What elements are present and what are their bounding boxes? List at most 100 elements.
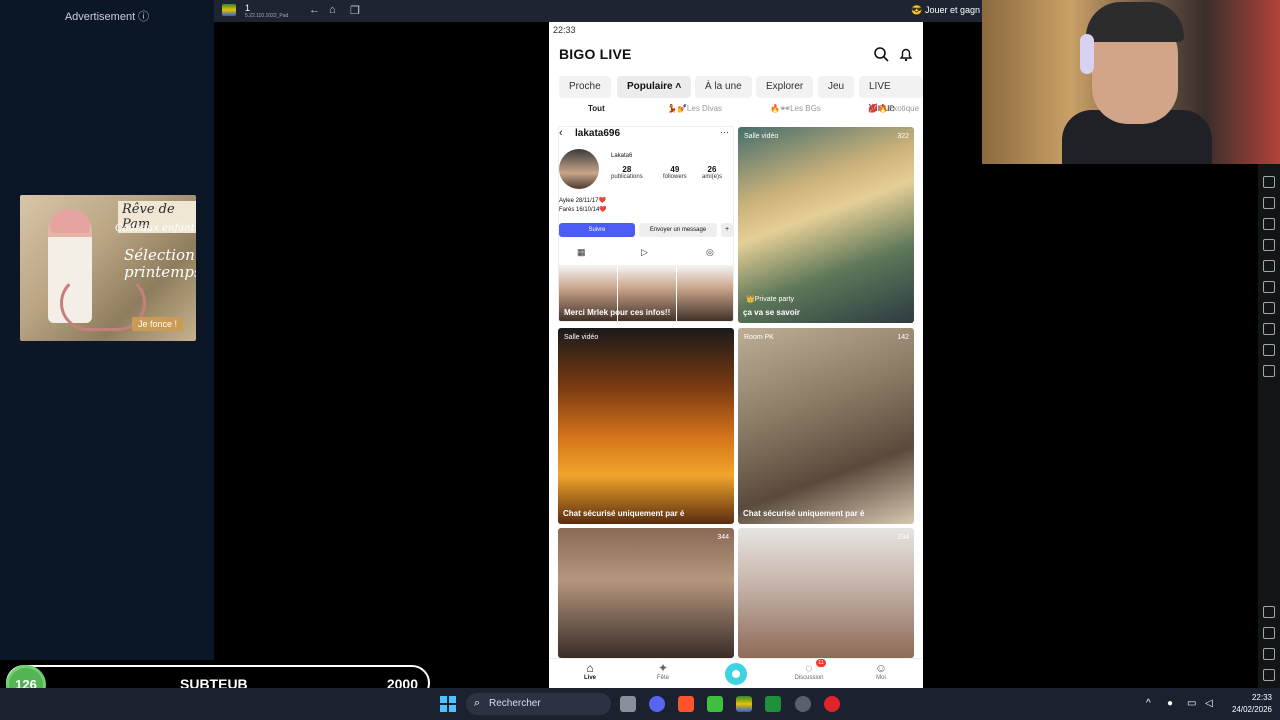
microphone-icon[interactable]: ● bbox=[1167, 698, 1173, 709]
discord-icon[interactable] bbox=[649, 696, 665, 712]
party-icon: ✦ bbox=[657, 661, 669, 675]
tab-proche[interactable]: Proche bbox=[559, 76, 611, 98]
stream-caption: Chat sécurisé uniquement par é bbox=[563, 509, 685, 518]
ad-subtitle: Cadeaux enfant bbox=[115, 223, 195, 234]
go-live-button[interactable] bbox=[725, 663, 747, 685]
stream-card[interactable]: 344 bbox=[558, 528, 734, 658]
back-arrow-icon[interactable]: ← bbox=[309, 4, 320, 16]
windows-start-icon[interactable] bbox=[440, 696, 456, 712]
file-explorer-icon[interactable] bbox=[620, 696, 636, 712]
recents-icon[interactable] bbox=[1263, 669, 1275, 681]
clock[interactable]: 22:33 24/02/2026 bbox=[1232, 692, 1272, 716]
search-icon: ⌕ bbox=[474, 697, 481, 709]
tab-explorer[interactable]: Explorer bbox=[756, 76, 814, 98]
stream-caption: Chat sécurisé uniquement par é bbox=[743, 509, 865, 518]
toolbar-icon[interactable] bbox=[1263, 281, 1275, 293]
nav-fete[interactable]: ✦ Fête bbox=[643, 661, 683, 681]
ad-helmet bbox=[50, 209, 90, 233]
viewer-count: 142 bbox=[897, 334, 909, 341]
subcategory-tabs: Tout 💃💅Les Divas 🔥🕶Les BGs 💋🔥Exotique bbox=[549, 102, 923, 116]
clock-time: 22:33 bbox=[1251, 693, 1272, 702]
room-type-badge: Salle vidéo bbox=[744, 133, 779, 140]
stream-card[interactable]: Salle vidéo 322 👑Private party ça va se … bbox=[738, 127, 914, 323]
advertisement-label: Advertisement ⓘ bbox=[64, 11, 150, 23]
toolbar-icon[interactable] bbox=[1263, 239, 1275, 251]
toolbar-icon[interactable] bbox=[1263, 260, 1275, 272]
stream-card[interactable]: 234 bbox=[738, 528, 914, 658]
app-icon[interactable] bbox=[707, 696, 723, 712]
viewer-count: 234 bbox=[897, 534, 909, 541]
emulator-sidebar bbox=[1258, 164, 1280, 688]
toolbar-icon[interactable] bbox=[1263, 323, 1275, 335]
back-icon[interactable] bbox=[1263, 627, 1275, 639]
subtab-les-bgs[interactable]: 🔥🕶Les BGs bbox=[770, 104, 821, 113]
category-tabs: Proche Populaire ˄ À la une Explorer Jeu… bbox=[549, 76, 923, 114]
brave-icon[interactable] bbox=[678, 696, 694, 712]
ad-banner[interactable]: Rêve de Pam Cadeaux enfant Sélection pri… bbox=[20, 195, 196, 341]
profile-bio-line: Farès 16/10/14❤️ bbox=[559, 207, 607, 213]
ad-headline: Sélection printemps bbox=[124, 246, 196, 281]
toolbar-icon[interactable] bbox=[1263, 176, 1275, 188]
add-friend-icon: + bbox=[721, 223, 733, 237]
search-icon[interactable] bbox=[873, 46, 889, 62]
profile-username: lakata696 bbox=[575, 128, 621, 139]
network-icon[interactable]: ▭ bbox=[1187, 698, 1196, 709]
bell-icon[interactable] bbox=[898, 46, 914, 62]
bluestacks-icon[interactable] bbox=[736, 696, 752, 712]
search-placeholder: Rechercher bbox=[489, 698, 541, 709]
chevron-up-icon[interactable]: ^ bbox=[1146, 698, 1151, 709]
stat-followers: 49 followers bbox=[663, 165, 687, 180]
stream-card[interactable]: ‹ lakata696 ··· Lakata6 28 publications 4… bbox=[558, 126, 734, 322]
subtab-tout[interactable]: Tout bbox=[588, 104, 605, 113]
tab-populaire[interactable]: Populaire ˄ bbox=[617, 76, 692, 98]
bigo-live-logo: BIGO LIVE bbox=[559, 46, 632, 62]
more-icon: ··· bbox=[720, 127, 729, 137]
live-house-icon: ⌂ bbox=[586, 661, 594, 675]
home-icon[interactable]: ⌂ bbox=[329, 4, 336, 16]
stream-caption: Merci Mrlek pour ces infos!! bbox=[564, 308, 671, 317]
stream-card[interactable]: Salle vidéo Chat sécurisé uniquement par… bbox=[558, 328, 734, 524]
settings-icon[interactable] bbox=[1263, 606, 1275, 618]
media-icon[interactable] bbox=[765, 696, 781, 712]
ad-cta-button[interactable]: Je fonce ! bbox=[132, 317, 184, 331]
bottom-navigation: ⌂ Live ✦ Fête ◌ Discussion 11 ☺ Moi bbox=[549, 658, 923, 688]
obs-icon[interactable] bbox=[795, 696, 811, 712]
toolbar-icon[interactable] bbox=[1263, 218, 1275, 230]
taskbar-search[interactable]: ⌕ Rechercher bbox=[466, 693, 611, 715]
viewer-count: 322 bbox=[897, 133, 909, 140]
send-message-button: Envoyer un message bbox=[639, 223, 717, 237]
taskbar: ⌕ Rechercher ^ ● ▭ ◁ 22:33 24/02/2026 bbox=[0, 688, 1280, 720]
phone-screen: 22:33 BIGO LIVE Proche Populaire ˄ À la … bbox=[549, 22, 923, 688]
headphones bbox=[1080, 34, 1094, 74]
follow-button: Suivre bbox=[559, 223, 635, 237]
stat-friends: 26 ami(e)s bbox=[702, 165, 723, 180]
webcam-overlay bbox=[982, 0, 1280, 164]
subtab-exotique[interactable]: 💋🔥Exotique bbox=[868, 104, 919, 113]
window-subtitle: 5.22.110.1022_Pad bbox=[245, 13, 289, 19]
avatar bbox=[559, 149, 599, 189]
volume-icon[interactable]: ◁ bbox=[1205, 698, 1213, 709]
stream-card[interactable]: Room PK 142 Chat sécurisé uniquement par… bbox=[738, 328, 914, 524]
nav-live[interactable]: ⌂ Live bbox=[570, 661, 610, 681]
home-icon[interactable] bbox=[1263, 648, 1275, 660]
tab-live-virtuel[interactable]: LIVE Virtue bbox=[859, 76, 923, 114]
stream-caption: ça va se savoir bbox=[743, 308, 800, 317]
youtube-icon[interactable] bbox=[824, 696, 840, 712]
status-bar-time: 22:33 bbox=[553, 25, 576, 35]
emulator-titlebar: 1 5.22.110.1022_Pad ← ⌂ ❐ 😎 Jouer et gag… bbox=[214, 0, 982, 22]
toolbar-icon[interactable] bbox=[1263, 302, 1275, 314]
tab-a-la-une[interactable]: À la une bbox=[695, 76, 752, 98]
toolbar-icon[interactable] bbox=[1263, 365, 1275, 377]
app-logo-icon bbox=[222, 4, 236, 16]
nav-moi[interactable]: ☺ Moi bbox=[861, 661, 901, 681]
viewer-count: 344 bbox=[717, 534, 729, 541]
tab-jeu[interactable]: Jeu bbox=[818, 76, 855, 98]
subtab-les-divas[interactable]: 💃💅Les Divas bbox=[667, 104, 722, 113]
toolbar-icon[interactable] bbox=[1263, 344, 1275, 356]
play-and-win-link[interactable]: 😎 Jouer et gagn bbox=[911, 5, 980, 16]
room-type-badge: Salle vidéo bbox=[564, 334, 599, 341]
toolbar-icon[interactable] bbox=[1263, 197, 1275, 209]
multiwindow-icon[interactable]: ❐ bbox=[350, 4, 360, 17]
grid-icon: ▦ bbox=[577, 247, 586, 257]
streamer-cap bbox=[1086, 2, 1184, 42]
